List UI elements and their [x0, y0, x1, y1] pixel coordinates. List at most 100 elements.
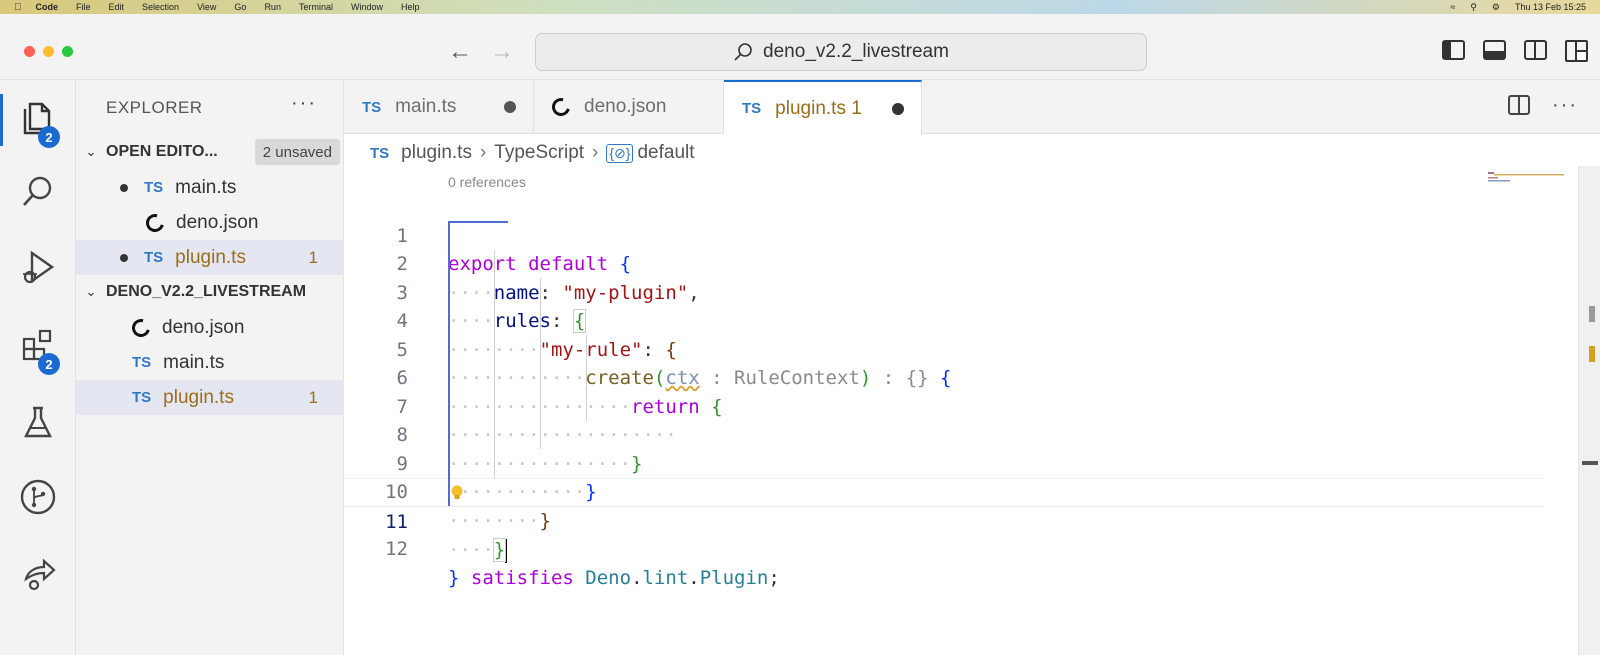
file-name: main.ts [163, 351, 225, 373]
editor-tab-bar: TS main.ts deno.json TS plugin.ts 1 ··· [344, 80, 1600, 135]
menu-edit[interactable]: Edit [109, 2, 125, 12]
code-editor[interactable]: 1 export default { 2 ····name: "my-plugi… [344, 193, 1544, 589]
forward-arrow-icon[interactable]: → [490, 40, 514, 64]
customize-layout-icon[interactable] [1565, 40, 1588, 62]
tab-main-ts[interactable]: TS main.ts [344, 80, 534, 134]
punctuation: ; [768, 566, 780, 589]
tab-label: plugin.ts 1 [775, 97, 862, 119]
selection-highlight [448, 221, 508, 506]
minimize-window-button[interactable] [43, 46, 54, 57]
type-name: lint [642, 566, 689, 589]
menu-app-name[interactable]: Code [36, 2, 59, 12]
vertical-scrollbar[interactable] [1578, 166, 1600, 655]
explorer-more-actions-icon[interactable]: ··· [291, 92, 317, 115]
remote-share-icon [24, 558, 56, 591]
breadcrumb-symbol[interactable]: default [637, 142, 694, 164]
typescript-file-icon: TS [370, 144, 390, 162]
breadcrumb-language[interactable]: TypeScript [494, 142, 584, 164]
activity-source-control[interactable] [0, 467, 76, 527]
tree-item-main-ts[interactable]: TS main.ts [76, 345, 344, 380]
split-editor-icon[interactable] [1508, 95, 1531, 115]
menu-terminal[interactable]: Terminal [299, 2, 333, 12]
activity-testing[interactable] [0, 392, 76, 452]
typescript-file-icon: TS [144, 179, 164, 196]
wifi-icon[interactable]: ≈ [1450, 2, 1455, 12]
back-arrow-icon[interactable]: ← [448, 40, 472, 64]
typescript-file-icon: TS [132, 354, 152, 371]
layout-controls [1442, 40, 1588, 62]
project-folder-section-header[interactable]: ⌄ DENO_V2.2_LIVESTREAM [76, 275, 344, 309]
code-line: 1 export default { [344, 193, 1544, 276]
search-icon[interactable]: ⚲ [1470, 2, 1477, 13]
open-editor-main-ts[interactable]: TS main.ts [76, 170, 344, 205]
punctuation: . [631, 566, 643, 589]
typescript-file-icon: TS [742, 100, 762, 117]
toggle-secondary-sidebar-icon[interactable] [1524, 40, 1547, 60]
code-line: 9 ············} [344, 421, 1544, 504]
project-folder-label: DENO_V2.2_LIVESTREAM [106, 283, 307, 300]
tree-item-plugin-ts[interactable]: TS plugin.ts 1 [76, 380, 344, 415]
menu-run[interactable]: Run [264, 2, 281, 12]
file-name: plugin.ts [163, 386, 234, 408]
open-editor-plugin-ts[interactable]: TS plugin.ts 1 [76, 240, 344, 275]
menu-selection[interactable]: Selection [142, 2, 179, 12]
chevron-down-icon: ⌄ [85, 144, 97, 159]
menu-window[interactable]: Window [351, 2, 383, 12]
editor-actions: ··· [1508, 95, 1578, 115]
extensions-badge: 2 [38, 353, 60, 375]
search-icon [734, 43, 752, 61]
menu-go[interactable]: Go [234, 2, 246, 12]
unsaved-dot-icon[interactable] [504, 101, 516, 113]
bracket: } [448, 566, 460, 589]
menu-file[interactable]: File [76, 2, 91, 12]
minimap[interactable] [1488, 166, 1568, 206]
control-center-icon[interactable]: ⚙ [1492, 2, 1500, 13]
open-editors-section-header[interactable]: ⌄ OPEN EDITO... 2 unsaved [76, 135, 344, 169]
activity-extensions[interactable]: 2 [0, 315, 76, 375]
code-line: 5 ············create(ctx : RuleContext) … [344, 307, 1544, 390]
menu-help[interactable]: Help [401, 2, 420, 12]
activity-remote-explorer[interactable] [0, 543, 76, 603]
toggle-primary-sidebar-icon[interactable] [1442, 40, 1465, 60]
menu-clock[interactable]: Thu 13 Feb 15:25 [1515, 2, 1586, 12]
toggle-panel-icon[interactable] [1483, 40, 1506, 60]
unsaved-dot-icon [120, 253, 128, 262]
activity-explorer[interactable]: 2 [0, 88, 76, 148]
open-editors-label: OPEN EDITO... [106, 143, 218, 160]
command-center-search[interactable]: deno_v2.2_livestream [535, 33, 1147, 71]
open-editor-deno-json[interactable]: deno.json [76, 205, 344, 240]
code-line: 10 ········} [344, 450, 1544, 532]
editor-area: TS main.ts deno.json TS plugin.ts 1 ··· … [344, 80, 1600, 655]
window-controls [24, 46, 73, 57]
explorer-badge: 2 [38, 126, 60, 148]
code-line: 4 ········"my-rule": { [344, 279, 1544, 361]
tab-plugin-ts[interactable]: TS plugin.ts 1 [724, 80, 922, 135]
activity-run-debug[interactable] [0, 237, 76, 297]
command-center-text: deno_v2.2_livestream [763, 41, 949, 62]
breadcrumb-file[interactable]: plugin.ts [401, 142, 472, 164]
more-actions-icon[interactable]: ··· [1552, 95, 1578, 115]
activity-bar: 2 2 [0, 80, 76, 655]
code-line: 12 } satisfies Deno.lint.Plugin; [344, 507, 1544, 589]
tab-label: main.ts [395, 96, 457, 117]
tab-deno-json[interactable]: deno.json [534, 80, 724, 134]
punctuation: . [688, 566, 700, 589]
activity-search[interactable] [0, 162, 76, 222]
tree-item-deno-json[interactable]: deno.json [76, 310, 344, 345]
line-number: 12 [385, 538, 408, 560]
close-window-button[interactable] [24, 46, 35, 57]
explorer-sidebar: EXPLORER ··· ⌄ OPEN EDITO... 2 unsaved T… [76, 80, 344, 655]
chevron-right-icon: › [592, 142, 599, 163]
apple-icon[interactable]:  [14, 2, 22, 13]
menu-view[interactable]: View [197, 2, 216, 12]
code-line: 8 ················} [344, 393, 1544, 475]
search-icon [23, 176, 52, 206]
zoom-window-button[interactable] [62, 46, 73, 57]
deno-file-icon [548, 94, 574, 120]
unsaved-dot-icon[interactable] [892, 103, 904, 115]
macos-menu-bar:  Code File Edit Selection View Go Run T… [0, 0, 1600, 14]
scrollbar-warning-marker [1589, 346, 1595, 362]
deno-file-icon [142, 210, 168, 235]
codelens-references[interactable]: 0 references [448, 174, 526, 190]
type-name: Deno [585, 566, 632, 589]
